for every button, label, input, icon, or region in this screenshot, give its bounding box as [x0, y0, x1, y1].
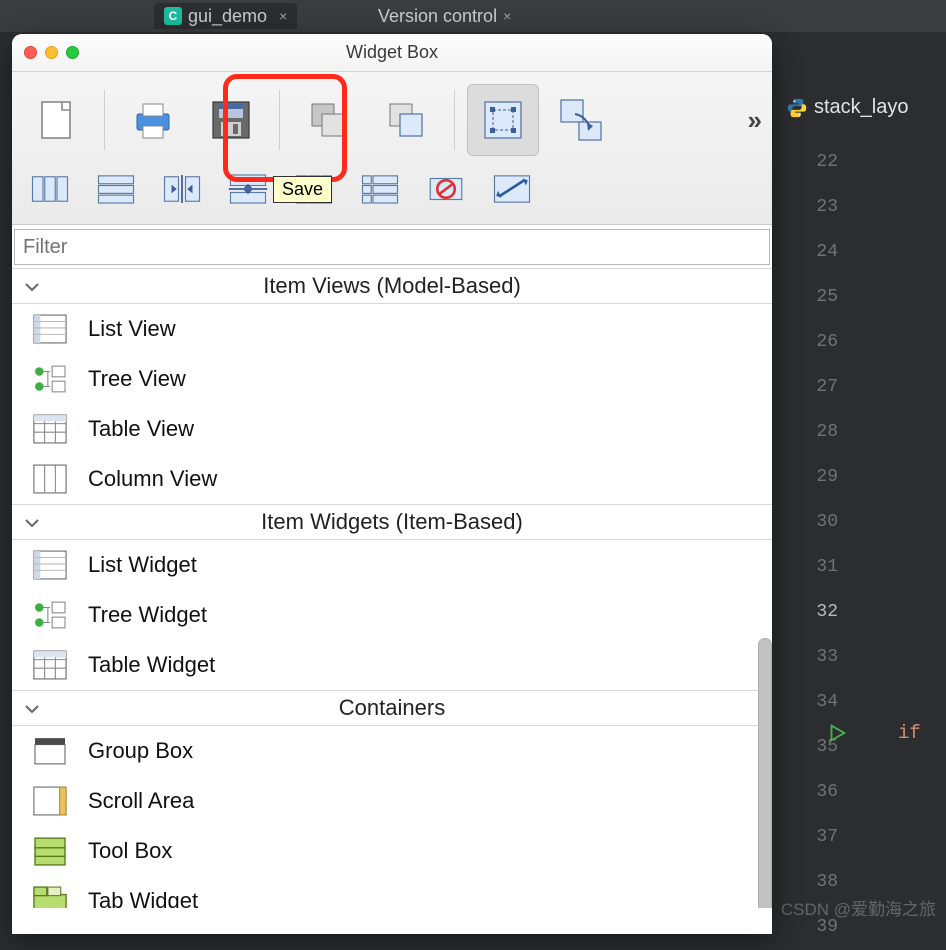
line-number: 34 — [776, 680, 856, 725]
widget-item-label: Table Widget — [88, 652, 215, 678]
ide-tab-label: gui_demo — [188, 6, 267, 27]
window-titlebar[interactable]: Widget Box — [12, 34, 772, 72]
editor-file-name: stack_layo — [814, 96, 909, 119]
widget-item-label: Group Box — [88, 738, 193, 764]
watermark: CSDN @爱勤海之旅 — [781, 895, 936, 920]
widget-item[interactable]: Group Box — [12, 726, 772, 776]
line-number: 24 — [776, 230, 856, 275]
line-number: 32 — [776, 590, 856, 635]
widget-box-window: Widget Box — [12, 34, 772, 934]
ide-tab-version-control[interactable]: Version control × — [368, 3, 521, 29]
widget-item-label: Tab Widget — [88, 888, 198, 908]
section-title: Containers — [339, 695, 445, 720]
line-number: 25 — [776, 275, 856, 320]
line-number: 31 — [776, 545, 856, 590]
widget-item-label: Table View — [88, 416, 194, 442]
edit-signals-slots-button[interactable] — [545, 84, 617, 156]
line-number: 33 — [776, 635, 856, 680]
chevron-down-icon — [24, 702, 40, 716]
widget-item[interactable]: Tree View — [12, 354, 772, 404]
scrollbar-thumb[interactable] — [758, 638, 772, 908]
section-header[interactable]: Containers — [12, 690, 772, 726]
close-icon[interactable]: × — [279, 8, 287, 24]
widget-item-label: Scroll Area — [88, 788, 194, 814]
table-view-icon — [32, 414, 68, 444]
widget-item[interactable]: Table Widget — [12, 640, 772, 690]
line-number: 29 — [776, 455, 856, 500]
widget-item-label: Tree View — [88, 366, 186, 392]
redo-bring-front-button[interactable] — [370, 84, 442, 156]
widget-item[interactable]: List View — [12, 304, 772, 354]
widget-item[interactable]: Tab Widget — [12, 876, 772, 908]
editor-file-tab[interactable]: stack_layo — [786, 96, 909, 119]
adjust-size-button[interactable] — [482, 164, 542, 214]
widget-item-label: List Widget — [88, 552, 197, 578]
line-number: 28 — [776, 410, 856, 455]
tree-view-icon — [32, 600, 68, 630]
layout-form-button[interactable] — [350, 164, 410, 214]
scroll-area-icon — [32, 786, 68, 816]
layout-v-splitter-button[interactable] — [218, 164, 278, 214]
ide-tab-label: Version control — [378, 6, 497, 27]
close-window-button[interactable] — [24, 46, 37, 59]
print-button[interactable] — [117, 84, 189, 156]
close-icon[interactable]: × — [503, 8, 511, 24]
zoom-window-button[interactable] — [66, 46, 79, 59]
toolbar-overflow-button[interactable]: » — [748, 105, 758, 136]
widget-item[interactable]: List Widget — [12, 540, 772, 590]
list-view-icon — [32, 314, 68, 344]
widget-item-label: Tool Box — [88, 838, 172, 864]
line-number-gutter: 222324252627282930313233343536373839 — [776, 140, 856, 950]
run-gutter-icon[interactable] — [826, 722, 848, 749]
new-file-button[interactable] — [20, 84, 92, 156]
layout-h-splitter-button[interactable] — [152, 164, 212, 214]
line-number: 36 — [776, 770, 856, 815]
line-number: 37 — [776, 815, 856, 860]
tree-view-icon — [32, 364, 68, 394]
list-view-icon — [32, 550, 68, 580]
table-view-icon — [32, 650, 68, 680]
edit-widgets-mode-button[interactable] — [467, 84, 539, 156]
tab-widget-icon — [32, 886, 68, 908]
widget-item[interactable]: Column View — [12, 454, 772, 504]
line-number: 22 — [776, 140, 856, 185]
section-title: Item Views (Model-Based) — [263, 273, 521, 298]
window-traffic-lights — [24, 46, 79, 59]
code-keyword-if: if — [898, 722, 921, 744]
section-title: Item Widgets (Item-Based) — [261, 509, 523, 534]
widget-item[interactable]: Scroll Area — [12, 776, 772, 826]
filter-input[interactable] — [14, 229, 770, 265]
line-number: 27 — [776, 365, 856, 410]
section-header[interactable]: Item Widgets (Item-Based) — [12, 504, 772, 540]
save-tooltip: Save — [273, 176, 332, 203]
widget-item[interactable]: Table View — [12, 404, 772, 454]
ide-tab-gui-demo[interactable]: C gui_demo × — [154, 3, 297, 29]
widget-list[interactable]: Item Views (Model-Based) List View Tree Vi… — [12, 268, 772, 908]
layout-horizontal-button[interactable] — [20, 164, 80, 214]
chevron-down-icon — [24, 516, 40, 530]
python-file-icon — [786, 97, 808, 119]
chevron-down-icon — [24, 280, 40, 294]
line-number: 30 — [776, 500, 856, 545]
window-title: Widget Box — [346, 42, 438, 63]
line-number: 23 — [776, 185, 856, 230]
tool-box-icon — [32, 836, 68, 866]
section-header[interactable]: Item Views (Model-Based) — [12, 268, 772, 304]
pycharm-project-icon: C — [164, 7, 182, 25]
widget-item-label: List View — [88, 316, 176, 342]
widget-item-label: Column View — [88, 466, 217, 492]
main-toolbar: » — [12, 72, 772, 225]
widget-item[interactable]: Tool Box — [12, 826, 772, 876]
layout-vertical-button[interactable] — [86, 164, 146, 214]
line-number: 26 — [776, 320, 856, 365]
widget-item[interactable]: Tree Widget — [12, 590, 772, 640]
widget-item-label: Tree Widget — [88, 602, 207, 628]
group-box-icon — [32, 736, 68, 766]
save-button[interactable] — [195, 84, 267, 156]
column-view-icon — [32, 464, 68, 494]
break-layout-button[interactable] — [416, 164, 476, 214]
undo-send-back-button[interactable] — [292, 84, 364, 156]
minimize-window-button[interactable] — [45, 46, 58, 59]
filter-container — [12, 225, 772, 268]
